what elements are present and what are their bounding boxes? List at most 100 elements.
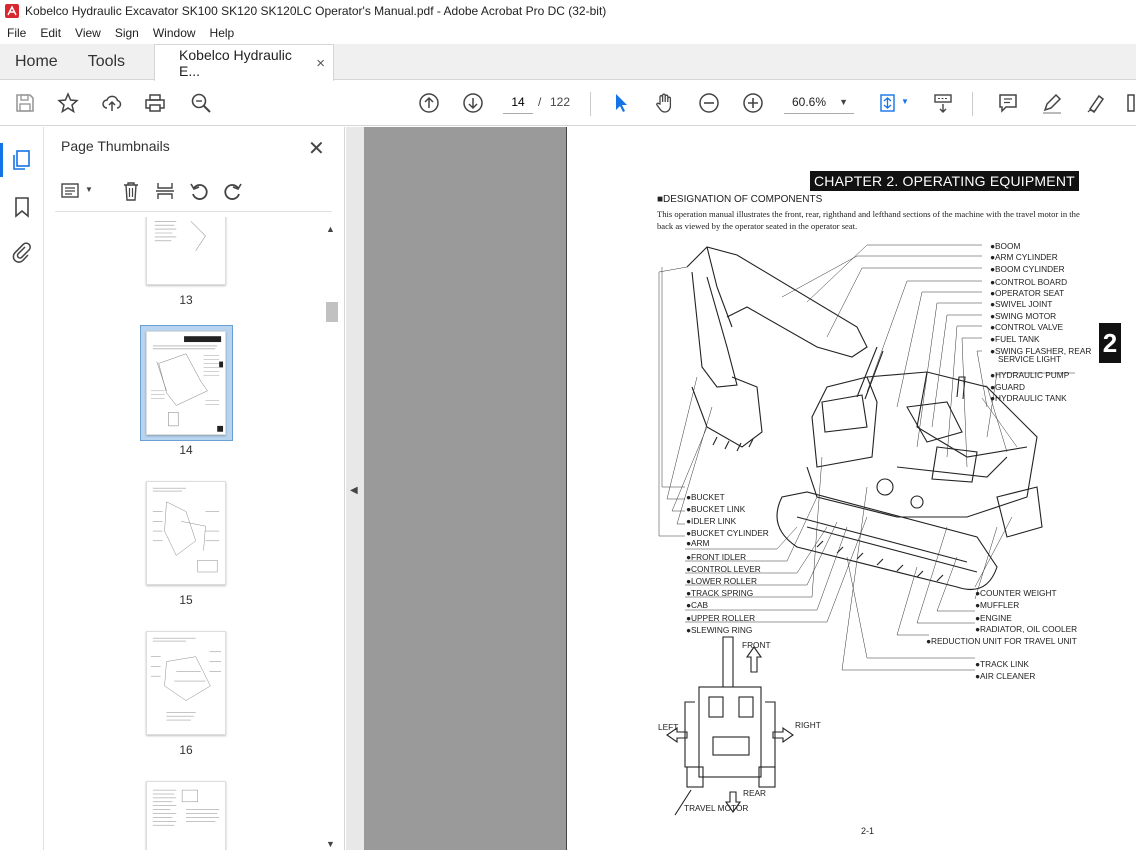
menu-edit[interactable]: Edit: [33, 26, 68, 40]
thumbnail-list: 13 14 15 16: [45, 217, 323, 850]
page-thumbnail-14[interactable]: [146, 331, 226, 435]
page-thumbnail-13[interactable]: [146, 217, 226, 285]
chevron-down-icon: ▼: [839, 96, 848, 107]
search-zoom-icon[interactable]: [189, 91, 213, 115]
label-service-light: SERVICE LIGHT: [998, 354, 1062, 364]
print-icon[interactable]: [143, 91, 167, 115]
attachment-icon[interactable]: [10, 241, 34, 265]
delete-page-icon[interactable]: [120, 180, 142, 202]
page-thumbnail-16[interactable]: [146, 631, 226, 735]
thumbnail-label: 16: [179, 743, 193, 757]
bookmark-star-icon[interactable]: [56, 91, 80, 115]
label-travel-motor: TRAVEL MOTOR: [684, 803, 749, 813]
menu-window[interactable]: Window: [146, 26, 203, 40]
toolbar-divider: [590, 92, 591, 116]
panel-close-button[interactable]: ✕: [308, 136, 325, 161]
label-reduction-unit: ●REDUCTION UNIT FOR TRAVEL UNIT: [926, 636, 1077, 646]
next-page-icon[interactable]: [461, 91, 485, 115]
highlight-pen-icon[interactable]: [1040, 91, 1064, 115]
label-bucket: ●BUCKET: [686, 492, 725, 502]
tab-home[interactable]: Home: [0, 44, 73, 79]
save-icon[interactable]: [13, 91, 37, 115]
label-bucket-link: ●BUCKET LINK: [686, 504, 746, 514]
zoom-dropdown[interactable]: 60.6% ▼: [784, 90, 854, 114]
extract-pages-icon[interactable]: [154, 180, 176, 202]
label-swivel-joint: ●SWIVEL JOINT: [990, 299, 1053, 309]
thumbnail-label: 13: [179, 293, 193, 307]
direction-rear: REAR: [743, 788, 767, 798]
options-chevron-icon[interactable]: ▼: [85, 185, 93, 194]
menu-bar: File Edit View Sign Window Help: [0, 22, 1136, 44]
label-control-board: ●CONTROL BOARD: [990, 277, 1068, 287]
direction-left: LEFT: [658, 722, 679, 732]
rotate-counterclockwise-icon[interactable]: [188, 180, 210, 202]
thumbnail-options-icon[interactable]: [60, 180, 82, 202]
tab-bar: Home Tools Kobelco Hydraulic E... ×: [0, 44, 1136, 81]
sign-pen-icon[interactable]: [1084, 91, 1108, 115]
comment-icon[interactable]: [996, 91, 1020, 115]
select-cursor-icon[interactable]: [609, 91, 633, 115]
label-hydraulic-tank: ●HYDRAULIC TANK: [990, 393, 1067, 403]
scroll-mode-icon[interactable]: [931, 91, 955, 115]
zoom-in-icon[interactable]: [741, 91, 765, 115]
label-arm-cylinder: ●ARM CYLINDER: [990, 252, 1058, 262]
rotate-clockwise-icon[interactable]: [222, 180, 244, 202]
menu-help[interactable]: Help: [203, 26, 242, 40]
label-air-cleaner: ●AIR CLEANER: [975, 671, 1036, 681]
zoom-out-icon[interactable]: [697, 91, 721, 115]
label-boom: ●BOOM: [990, 241, 1021, 251]
tab-document[interactable]: Kobelco Hydraulic E... ×: [154, 44, 335, 81]
tab-close-button[interactable]: ×: [316, 55, 325, 72]
menu-view[interactable]: View: [68, 26, 108, 40]
panel-title: Page Thumbnails: [61, 138, 170, 154]
label-radiator: ●RADIATOR, OIL COOLER: [975, 624, 1078, 634]
label-bucket-cylinder: ●BUCKET CYLINDER: [686, 528, 769, 538]
previous-page-icon[interactable]: [417, 91, 441, 115]
menu-sign[interactable]: Sign: [108, 26, 146, 40]
scrollbar-thumb[interactable]: [326, 302, 338, 322]
label-arm: ●ARM: [686, 538, 710, 548]
pdf-page: CHAPTER 2. OPERATING EQUIPMENT 2 ■DESIGN…: [566, 127, 1136, 850]
direction-front: FRONT: [742, 640, 771, 650]
tab-document-label: Kobelco Hydraulic E...: [179, 47, 292, 79]
page-thumbnail-17[interactable]: [146, 781, 226, 850]
hand-tool-icon[interactable]: [653, 91, 677, 115]
label-operator-seat: ●OPERATOR SEAT: [990, 288, 1065, 298]
designation-heading: ■DESIGNATION OF COMPONENTS: [657, 194, 823, 205]
left-rail: [0, 127, 44, 850]
label-control-lever: ●CONTROL LEVER: [686, 564, 761, 574]
label-fuel-tank: ●FUEL TANK: [990, 334, 1040, 344]
label-control-valve: ●CONTROL VALVE: [990, 322, 1064, 332]
scroll-up-arrow-icon[interactable]: ▲: [326, 224, 335, 234]
bookmark-icon[interactable]: [10, 195, 34, 219]
fit-dropdown-chevron-icon[interactable]: ▼: [901, 97, 909, 106]
label-swing-motor: ●SWING MOTOR: [990, 311, 1057, 321]
label-counter-weight: ●COUNTER WEIGHT: [975, 588, 1057, 598]
label-cab: ●CAB: [686, 600, 709, 610]
fit-page-icon[interactable]: [876, 91, 900, 115]
window-title: Kobelco Hydraulic Excavator SK100 SK120 …: [25, 4, 607, 18]
label-hydraulic-pump: ●HYDRAULIC PUMP: [990, 370, 1070, 380]
label-slewing-ring: ●SLEWING RING: [686, 625, 753, 635]
thumbnail-scrollbar[interactable]: ▲ ▼: [324, 224, 338, 850]
tab-tools[interactable]: Tools: [73, 44, 140, 79]
zoom-value: 60.6%: [792, 94, 827, 109]
menu-file[interactable]: File: [0, 26, 33, 40]
rail-active-indicator: [0, 143, 3, 177]
share-icon[interactable]: [1124, 91, 1136, 115]
label-guard: ●GUARD: [990, 382, 1025, 392]
page-thumbnails-icon[interactable]: [10, 148, 34, 172]
label-track-link: ●TRACK LINK: [975, 659, 1029, 669]
page-thumbnail-15[interactable]: [146, 481, 226, 585]
scroll-down-arrow-icon[interactable]: ▼: [326, 839, 335, 849]
label-idler-link: ●IDLER LINK: [686, 516, 737, 526]
collapse-panel-icon[interactable]: ◀: [350, 485, 358, 496]
label-track-spring: ●TRACK SPRING: [686, 588, 754, 598]
upload-cloud-icon[interactable]: [100, 91, 124, 115]
toolbar-divider: [972, 92, 973, 116]
label-muffler: ●MUFFLER: [975, 600, 1020, 610]
acrobat-logo-icon: [5, 4, 19, 18]
page-number-footer: 2-1: [861, 826, 875, 836]
label-front-idler: ●FRONT IDLER: [686, 552, 747, 562]
page-number-input[interactable]: [503, 90, 533, 114]
